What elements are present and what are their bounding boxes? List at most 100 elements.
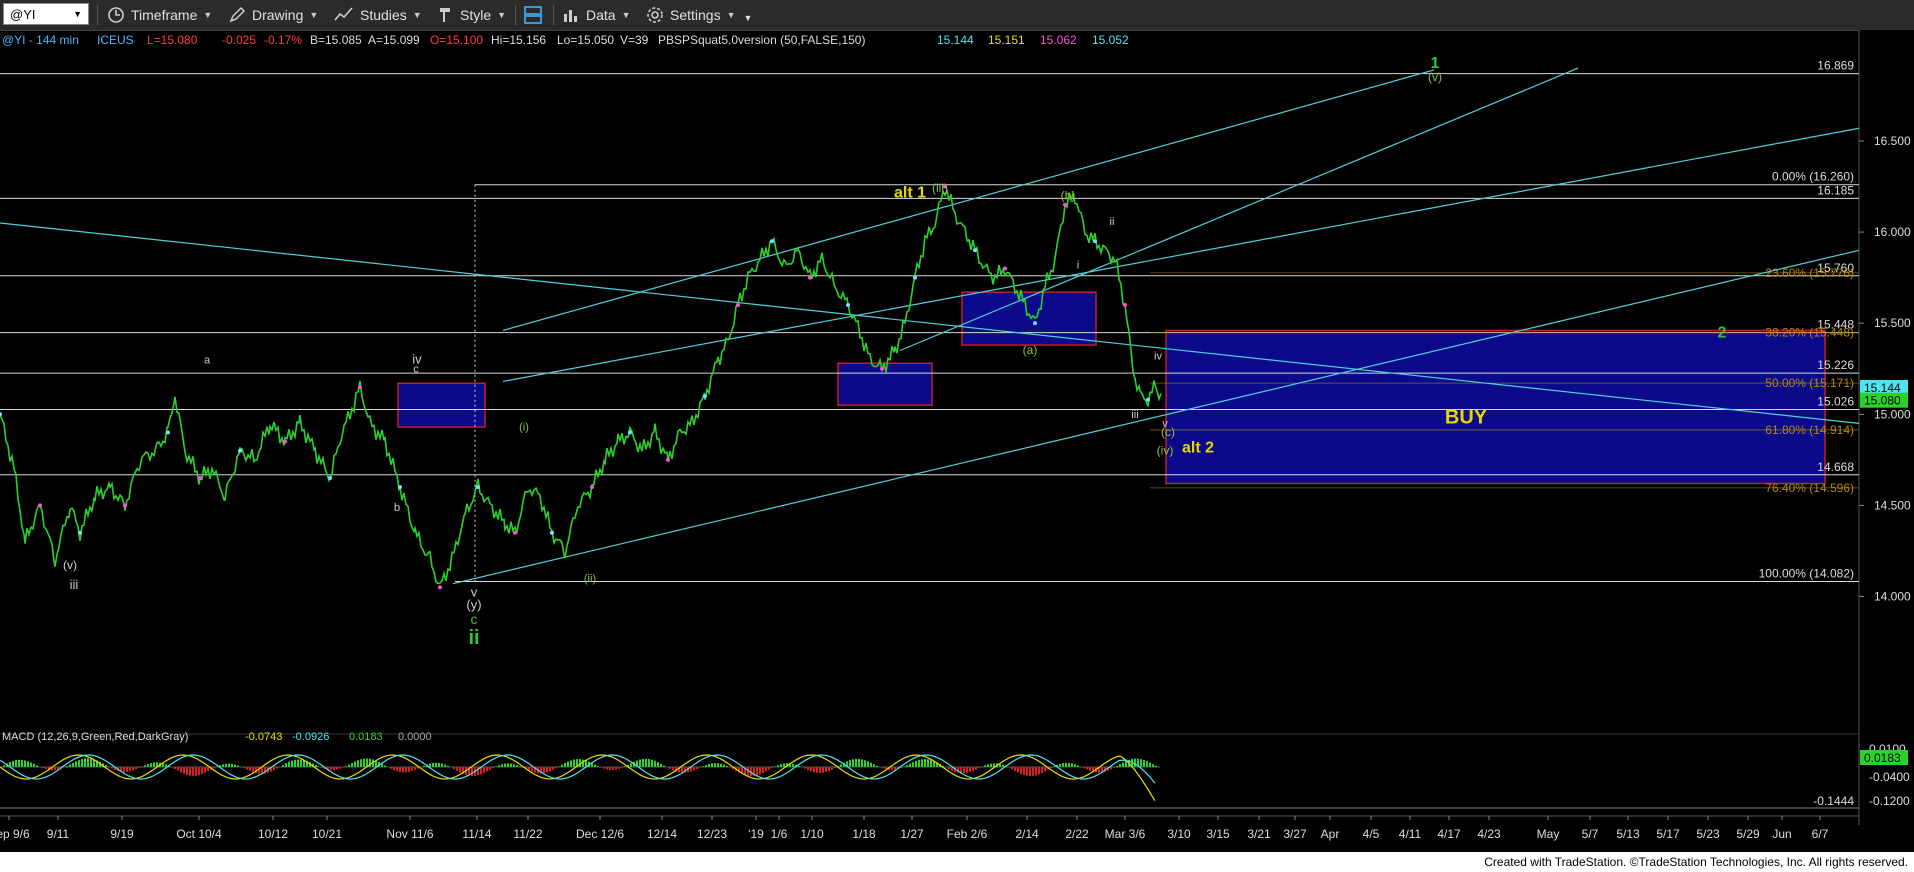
header-field-9: Lo=15.050	[557, 33, 614, 47]
macd-histogram-bar	[3, 765, 5, 767]
drawing-menu[interactable]: Drawing ▼	[228, 4, 318, 26]
price-chart[interactable]: @YI - 144 min ICEUS L=15.080 -0.025 -0.17% B=…	[0, 30, 1914, 852]
macd-histogram-bar	[759, 767, 761, 775]
macd-histogram-bar	[384, 765, 386, 767]
header-field-6: A=15.099	[368, 33, 420, 47]
x-tick-label: 11/14	[462, 827, 491, 841]
style-menu[interactable]: Style ▼	[436, 4, 506, 26]
wave-label-22: (i)	[519, 422, 529, 434]
macd-histogram-bar	[726, 765, 728, 767]
macd-histogram-bar	[660, 763, 662, 767]
macd-histogram-bar	[348, 764, 350, 767]
macd-histogram-bar	[243, 767, 245, 769]
macd-histogram-bar	[177, 767, 179, 771]
macd-histogram-bar	[975, 767, 977, 770]
symbol-selector[interactable]: @YI ▼	[3, 3, 89, 25]
macd-histogram-bar	[1116, 766, 1118, 767]
drawing-label: Drawing	[252, 7, 304, 23]
macd-histogram-bar	[174, 767, 176, 769]
macd-histogram-bar	[798, 765, 800, 767]
wave-label-14: 2	[1718, 325, 1727, 342]
macd-histogram-bar	[756, 767, 758, 776]
macd-histogram-bar	[1053, 766, 1055, 767]
timeframe-menu[interactable]: Timeframe ▼	[107, 4, 212, 26]
macd-histogram-bar	[342, 767, 344, 768]
macd-histogram-bar	[438, 762, 440, 767]
studies-menu[interactable]: Studies ▼	[334, 4, 422, 26]
x-tick-label: 1/18	[852, 827, 876, 841]
macd-histogram-bar	[111, 767, 113, 769]
macd-histogram-bar	[429, 763, 431, 767]
layout-button[interactable]	[523, 4, 549, 26]
macd-histogram-bar	[276, 767, 278, 769]
macd-histogram-bar	[987, 764, 989, 767]
macd-histogram-bar	[234, 764, 236, 767]
macd-histogram-bar	[504, 763, 506, 767]
wave-label-23: (ii)	[584, 573, 596, 585]
macd-histogram-bar	[615, 767, 617, 770]
data-menu[interactable]: Data ▼	[562, 4, 631, 26]
macd-histogram-bar	[810, 767, 812, 772]
header-field-5: B=15.085	[310, 33, 362, 47]
h-line-label-2: 16.185	[1817, 183, 1854, 197]
macd-histogram-bar	[1011, 767, 1013, 770]
macd-histogram-bar	[90, 758, 92, 767]
wave-label-6: i	[1077, 260, 1079, 272]
macd-histogram-bar	[396, 767, 398, 772]
y-tick-label: 16.500	[1874, 134, 1911, 148]
macd-histogram-bar	[132, 767, 134, 771]
macd-histogram-bar	[651, 759, 653, 767]
macd-histogram-bar	[768, 767, 770, 770]
header-field-0: @YI - 144 min	[2, 33, 79, 47]
macd-histogram-bar	[249, 767, 251, 772]
pivot-dot	[703, 394, 707, 399]
macd-histogram-bar	[852, 759, 854, 767]
macd-histogram-bar	[66, 766, 68, 767]
pivot-dot	[358, 384, 362, 389]
macd-histogram-bar	[435, 762, 437, 767]
macd-histogram-bar	[702, 766, 704, 767]
zone-box-2	[961, 291, 1097, 346]
macd-histogram-bar	[918, 759, 920, 767]
macd-histogram-bar	[1119, 764, 1121, 767]
pivot-dot	[590, 485, 594, 490]
macd-histogram-bar	[966, 767, 968, 773]
macd-histogram-bar	[150, 763, 152, 767]
macd-histogram-bar	[855, 758, 857, 767]
macd-histogram-bar	[876, 765, 878, 767]
macd-current-label: 0.0183	[1864, 751, 1901, 765]
macd-histogram-bar	[414, 767, 416, 770]
zone-box-0	[397, 382, 486, 428]
macd-histogram-bar	[1134, 758, 1136, 767]
macd-histogram-bar	[771, 767, 773, 769]
macd-histogram-bar	[1026, 767, 1028, 776]
macd-histogram-bar	[81, 759, 83, 767]
macd-histogram-bar	[1032, 767, 1034, 776]
x-tick-label: 4/23	[1477, 827, 1501, 841]
macd-histogram-bar	[186, 767, 188, 775]
macd-histogram-bar	[642, 758, 644, 767]
macd-histogram-bar	[657, 762, 659, 767]
x-tick-label: 1/10	[800, 827, 824, 841]
macd-histogram-bar	[969, 767, 971, 772]
macd-label: MACD (12,26,9,Green,Red,DarkGray)	[2, 731, 188, 743]
macd-histogram-bar	[639, 759, 641, 767]
pivot-dot	[38, 503, 42, 508]
macd-histogram-bar	[357, 760, 359, 767]
x-tick-label: 2/14	[1015, 827, 1039, 841]
x-tick-label: Feb 2/6	[947, 827, 988, 841]
macd-histogram-bar	[456, 767, 458, 771]
macd-histogram-bar	[831, 767, 833, 770]
x-tick-label: Apr	[1321, 827, 1340, 841]
macd-histogram-bar	[360, 759, 362, 767]
macd-histogram-bar	[333, 767, 335, 771]
wave-label-21: iii	[70, 577, 79, 592]
macd-histogram-bar	[498, 765, 500, 767]
macd-histogram-bar	[1065, 762, 1067, 767]
macd-histogram-bar	[813, 767, 815, 773]
macd-histogram-bar	[222, 764, 224, 767]
x-tick-label: Dec 12/6	[576, 827, 624, 841]
settings-menu[interactable]: Settings ▼ ▼	[646, 4, 752, 26]
pivot-dot	[1146, 397, 1150, 402]
macd-histogram-bar	[564, 762, 566, 767]
